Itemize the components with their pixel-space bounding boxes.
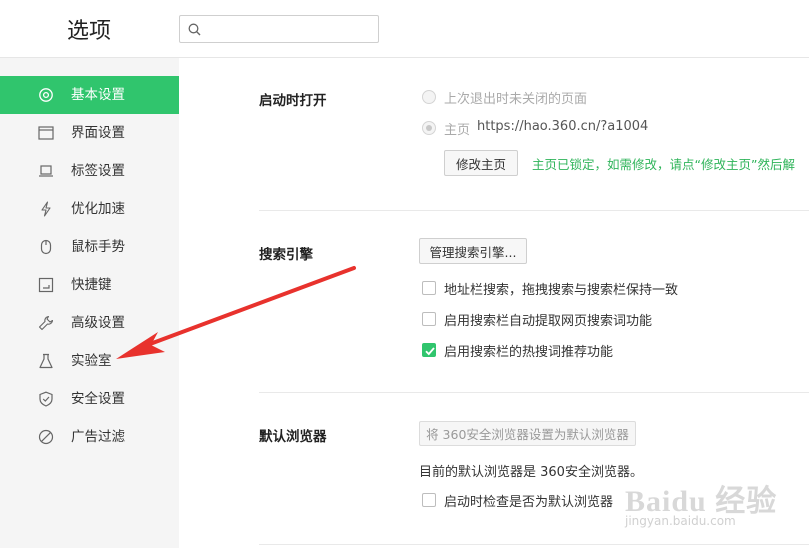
sidebar-item-basic-settings[interactable]: 基本设置 xyxy=(0,76,179,114)
homepage-url: https://hao.360.cn/?a1004 xyxy=(477,119,649,134)
edit-homepage-button[interactable]: 修改主页 xyxy=(444,150,518,176)
default-browser-status: 目前的默认浏览器是 360安全浏览器。 xyxy=(419,465,643,480)
tab-icon xyxy=(39,165,53,177)
gear-icon xyxy=(39,88,53,102)
default-browser-section: 默认浏览器 将 360安全浏览器设置为默认浏览器 目前的默认浏览器是 360安全… xyxy=(259,392,809,542)
search-engine-title: 搜索引擎 xyxy=(259,247,313,263)
sidebar-item-label: 广告过滤 xyxy=(71,429,125,445)
sidebar-item-ad-filter[interactable]: 广告过滤 xyxy=(0,418,179,456)
search-box[interactable] xyxy=(179,15,379,43)
sidebar-item-label: 标签设置 xyxy=(71,163,125,179)
sidebar-item-label: 鼠标手势 xyxy=(71,239,125,255)
sidebar-item-label: 安全设置 xyxy=(71,391,125,407)
check-icon xyxy=(425,347,435,356)
startup-option-last-pages-radio[interactable] xyxy=(422,90,436,104)
sidebar: 基本设置 界面设置 标签设置 优化加速 鼠标手势 快捷键 高级设置 实验室 安全… xyxy=(0,58,179,548)
sidebar-item-tab-settings[interactable]: 标签设置 xyxy=(0,152,179,190)
set-default-browser-button[interactable]: 将 360安全浏览器设置为默认浏览器 xyxy=(419,421,636,446)
startup-option-homepage-radio[interactable] xyxy=(422,121,436,135)
block-icon xyxy=(38,429,54,445)
auto-extract-checkbox[interactable] xyxy=(422,312,436,326)
window-icon xyxy=(38,126,54,140)
sidebar-item-label: 基本设置 xyxy=(71,87,125,103)
hot-words-checkbox[interactable] xyxy=(422,343,436,357)
mouse-icon xyxy=(40,239,52,255)
sidebar-item-shortcuts[interactable]: 快捷键 xyxy=(0,266,179,304)
startup-option-homepage-label: 主页 xyxy=(444,123,471,138)
address-bar-search-label: 地址栏搜索，拖拽搜索与搜索栏保持一致 xyxy=(444,283,679,298)
keyboard-icon xyxy=(38,277,54,293)
startup-section: 启动时打开 上次退出时未关闭的页面 主页 https://hao.360.cn/… xyxy=(259,58,809,208)
page-title: 选项 xyxy=(67,19,112,44)
sidebar-item-mouse-gestures[interactable]: 鼠标手势 xyxy=(0,228,179,266)
check-default-browser-label: 启动时检查是否为默认浏览器 xyxy=(444,495,614,510)
lightning-icon xyxy=(41,201,51,217)
sidebar-item-security-settings[interactable]: 安全设置 xyxy=(0,380,179,418)
search-input[interactable] xyxy=(208,19,374,39)
default-browser-title: 默认浏览器 xyxy=(259,429,327,445)
check-default-browser-checkbox[interactable] xyxy=(422,493,436,507)
sidebar-item-label: 实验室 xyxy=(71,353,112,369)
sidebar-item-label: 界面设置 xyxy=(71,125,125,141)
manage-search-engines-button[interactable]: 管理搜索引擎... xyxy=(419,238,527,264)
homepage-locked-note: 主页已锁定，如需修改，请点“修改主页”然后解 xyxy=(532,157,795,172)
sidebar-item-label: 优化加速 xyxy=(71,201,125,217)
wrench-icon xyxy=(38,315,54,331)
auto-extract-label: 启用搜索栏自动提取网页搜索词功能 xyxy=(444,314,653,329)
startup-option-last-pages-label: 上次退出时未关闭的页面 xyxy=(444,92,588,107)
divider xyxy=(259,544,809,545)
sidebar-item-interface-settings[interactable]: 界面设置 xyxy=(0,114,179,152)
address-bar-search-checkbox[interactable] xyxy=(422,281,436,295)
sidebar-item-lab[interactable]: 实验室 xyxy=(0,342,179,380)
sidebar-nav: 基本设置 界面设置 标签设置 优化加速 鼠标手势 快捷键 高级设置 实验室 安全… xyxy=(0,76,179,456)
sidebar-item-advanced-settings[interactable]: 高级设置 xyxy=(0,304,179,342)
sidebar-item-label: 高级设置 xyxy=(71,315,125,331)
startup-title: 启动时打开 xyxy=(259,93,327,109)
shield-icon xyxy=(39,391,53,407)
sidebar-item-optimize[interactable]: 优化加速 xyxy=(0,190,179,228)
header-bar: 选项 xyxy=(0,0,809,58)
search-icon xyxy=(188,23,201,36)
flask-icon xyxy=(39,353,53,369)
settings-content: 启动时打开 上次退出时未关闭的页面 主页 https://hao.360.cn/… xyxy=(179,58,809,548)
sidebar-item-label: 快捷键 xyxy=(71,277,112,293)
hot-words-label: 启用搜索栏的热搜词推荐功能 xyxy=(444,345,614,360)
